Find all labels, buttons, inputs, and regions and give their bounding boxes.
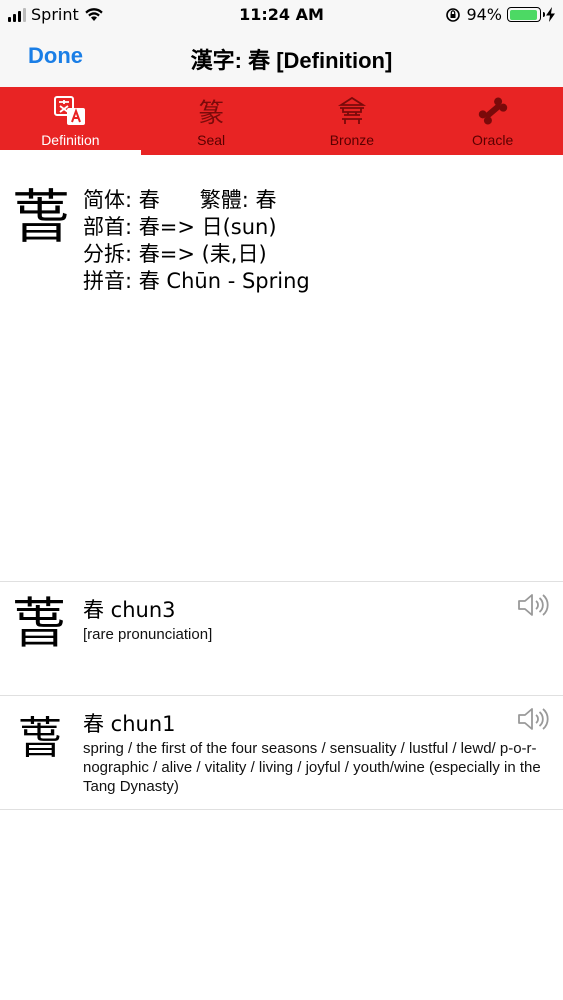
speaker-icon[interactable] (517, 706, 551, 732)
tab-seal[interactable]: 篆 Seal (141, 87, 282, 155)
page-title: 漢字: 春 [Definition] (190, 48, 393, 73)
definition-lines: 简体: 春 繁體: 春 部首: 春=> 日(sun) 分拆: 春=> (耒,日)… (83, 187, 310, 295)
seal-character-image: 萅 (18, 713, 62, 764)
entry-description: spring / the first of the four seasons /… (83, 740, 541, 795)
bone-icon (478, 97, 507, 125)
speaker-icon[interactable] (517, 592, 551, 618)
bronze-vessel-icon (337, 96, 366, 124)
tab-oracle-label: Oracle (472, 132, 514, 148)
tab-seal-label: Seal (197, 132, 226, 148)
entry-title: 春 chun1 (83, 712, 176, 736)
tab-definition-label: Definition (41, 132, 100, 148)
entry-description: [rare pronunciation] (83, 626, 213, 643)
charging-icon (546, 7, 555, 22)
seal-character-image: 萅 (12, 183, 71, 251)
battery-icon (507, 7, 545, 22)
tab-oracle[interactable]: Oracle (422, 87, 563, 155)
translate-icon (54, 96, 86, 125)
status-bar: Sprint 11:24 AM 94% (0, 0, 563, 30)
definition-panel: 萅 简体: 春 繁體: 春 部首: 春=> 日(sun) 分拆: 春=> (耒,… (0, 155, 563, 582)
tab-bronze[interactable]: Bronze (282, 87, 423, 155)
entry-title: 春 chun3 (83, 598, 176, 622)
script-tab-bar: Definition 篆 Seal Bronze Oracle (0, 87, 563, 155)
orientation-lock-icon (446, 7, 461, 22)
decomposition-line: 分拆: 春=> (耒,日) (83, 242, 267, 266)
pinyin-line: 拼音: 春 Chūn - Spring (83, 269, 310, 293)
seal-character-image: 萅 (12, 592, 66, 655)
list-item[interactable]: 萅 春 chun3 [rare pronunciation] (0, 582, 563, 696)
tab-definition[interactable]: Definition (0, 87, 141, 155)
list-item[interactable]: 萅 春 chun1 spring / the first of the four… (0, 696, 563, 810)
tab-bronze-label: Bronze (329, 132, 375, 148)
seal-script-icon: 篆 (198, 98, 225, 129)
battery-percent: 94% (466, 5, 502, 24)
radical-line: 部首: 春=> 日(sun) (83, 215, 277, 239)
simplified-traditional-line: 简体: 春 繁體: 春 (83, 188, 277, 212)
navigation-bar: Done 漢字: 春 [Definition] (0, 30, 563, 87)
